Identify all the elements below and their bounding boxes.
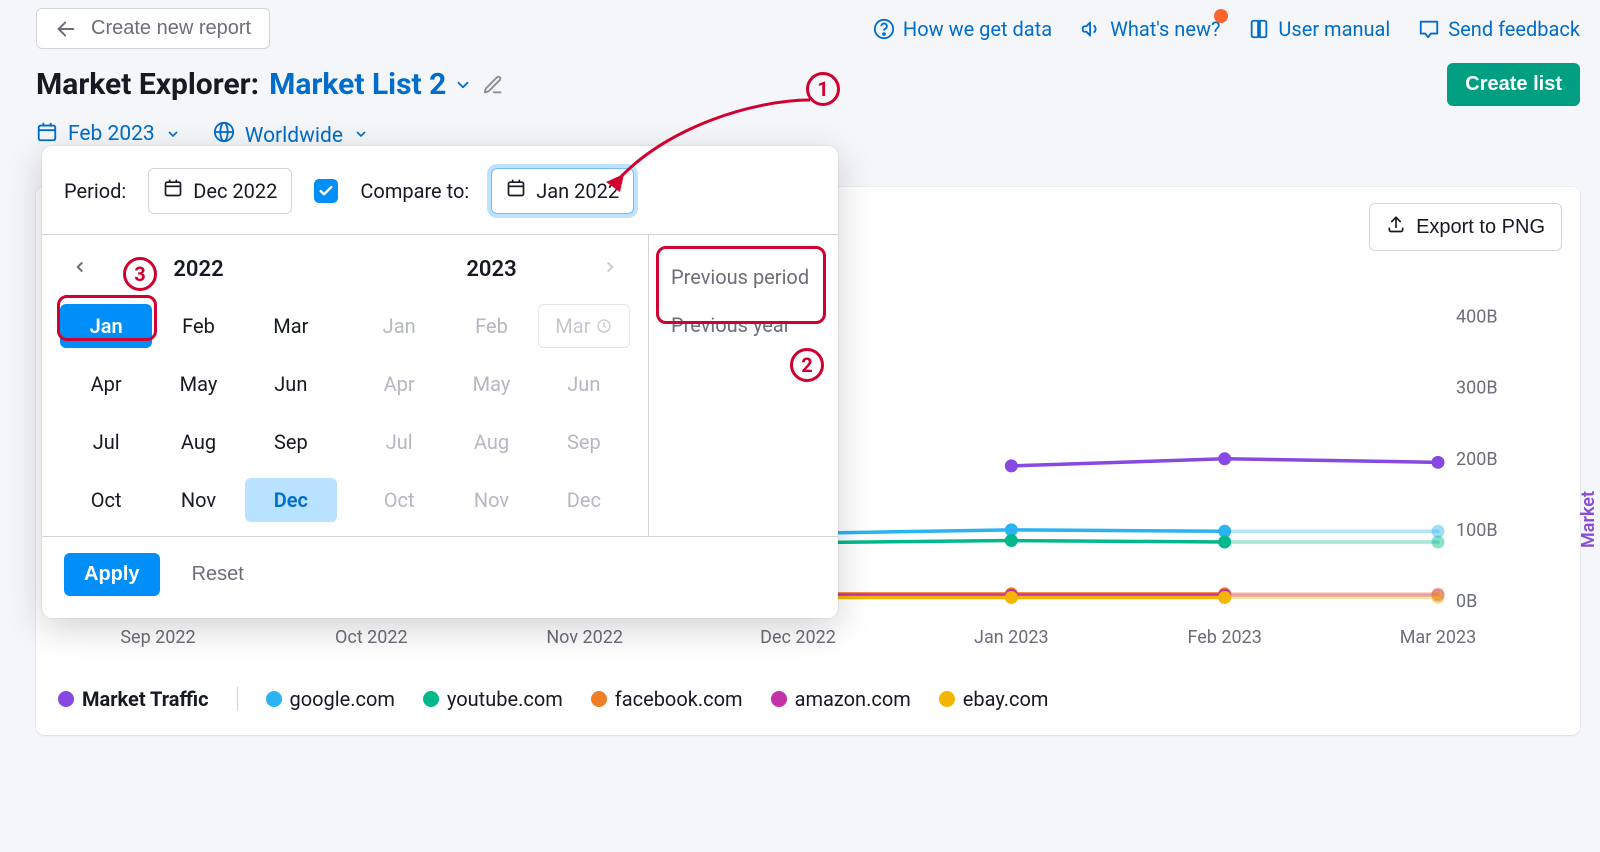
legend-swatch-icon bbox=[423, 691, 439, 707]
month-sep: Sep bbox=[538, 420, 630, 464]
svg-text:Feb 2023: Feb 2023 bbox=[1187, 627, 1261, 648]
create-report-button[interactable]: Create new report bbox=[36, 8, 270, 49]
svg-text:Dec 2022: Dec 2022 bbox=[760, 627, 836, 648]
edit-icon[interactable] bbox=[482, 74, 504, 96]
popover-header: Period: Dec 2022 Compare to: Jan 2022 bbox=[42, 146, 838, 235]
top-links: How we get data What's new? User manual … bbox=[873, 15, 1580, 43]
svg-text:0B: 0B bbox=[1456, 591, 1477, 612]
book-icon bbox=[1248, 18, 1270, 40]
svg-text:Nov 2022: Nov 2022 bbox=[546, 627, 623, 648]
month-oct: Oct bbox=[353, 478, 445, 522]
legend-swatch-icon bbox=[771, 691, 787, 707]
calendar-left: 2022 JanFebMar AprMayJun JulAugSep OctNovDe… bbox=[52, 255, 345, 522]
month-sep[interactable]: Sep bbox=[245, 420, 337, 464]
calendar-icon bbox=[506, 177, 526, 205]
legend-item[interactable]: google.com bbox=[266, 685, 395, 713]
svg-text:400B: 400B bbox=[1456, 307, 1498, 328]
legend-item[interactable]: youtube.com bbox=[423, 685, 563, 713]
month-jun: Jun bbox=[538, 362, 630, 406]
year-label-right: 2023 bbox=[387, 255, 596, 286]
calendar-right: 2023 JanFebMar AprMayJun JulAugSep OctNovD… bbox=[345, 255, 638, 522]
reset-button[interactable]: Reset bbox=[186, 562, 250, 587]
notification-dot-icon bbox=[1214, 9, 1228, 23]
apply-button[interactable]: Apply bbox=[64, 553, 160, 596]
date-picker-popover: Period: Dec 2022 Compare to: Jan 2022 20… bbox=[42, 146, 838, 618]
month-apr: Apr bbox=[353, 362, 445, 406]
arrow-left-icon bbox=[55, 18, 77, 40]
create-list-button[interactable]: Create list bbox=[1447, 63, 1580, 106]
svg-text:300B: 300B bbox=[1456, 378, 1498, 399]
month-may: May bbox=[445, 362, 537, 406]
month-may[interactable]: May bbox=[152, 362, 244, 406]
month-mar: Mar bbox=[538, 304, 630, 348]
legend-item[interactable]: amazon.com bbox=[771, 685, 911, 713]
month-dec: Dec bbox=[538, 478, 630, 522]
quick-previous-period[interactable]: Previous period bbox=[649, 253, 838, 301]
month-nov: Nov bbox=[445, 478, 537, 522]
megaphone-icon bbox=[1080, 18, 1102, 40]
svg-text:Mar 2023: Mar 2023 bbox=[1400, 627, 1477, 648]
month-jul[interactable]: Jul bbox=[60, 420, 152, 464]
list-name-dropdown[interactable]: Market List 2 bbox=[269, 64, 472, 106]
user-manual-link[interactable]: User manual bbox=[1248, 15, 1390, 43]
svg-text:Oct 2022: Oct 2022 bbox=[335, 627, 408, 648]
page-title: Market Explorer: Market List 2 bbox=[36, 64, 504, 106]
how-we-get-data-link[interactable]: How we get data bbox=[873, 15, 1052, 43]
legend-item[interactable]: ebay.com bbox=[939, 685, 1049, 713]
period-label: Period: bbox=[64, 177, 126, 205]
send-feedback-link[interactable]: Send feedback bbox=[1418, 15, 1580, 43]
month-oct[interactable]: Oct bbox=[60, 478, 152, 522]
svg-text:200B: 200B bbox=[1456, 449, 1498, 470]
calendar-wrap: 2022 JanFebMarAprMayJunJulAugSepOctNovDe… bbox=[42, 235, 648, 536]
top-bar: Create new report How we get data What's… bbox=[36, 8, 1580, 49]
whats-new-link[interactable]: What's new? bbox=[1080, 15, 1220, 43]
month-feb[interactable]: Feb bbox=[445, 304, 537, 348]
quick-select: Previous periodPrevious year bbox=[648, 235, 838, 536]
chart-legend: Market Traffic google.com youtube.com faceb… bbox=[36, 679, 1580, 735]
month-aug[interactable]: Aug bbox=[152, 420, 244, 464]
month-jun[interactable]: Jun bbox=[245, 362, 337, 406]
period-input[interactable]: Dec 2022 bbox=[148, 168, 292, 214]
chat-icon bbox=[1418, 18, 1440, 40]
compare-label: Compare to: bbox=[360, 177, 469, 205]
legend-item[interactable]: facebook.com bbox=[591, 685, 743, 713]
popover-body: 2022 JanFebMarAprMayJunJulAugSepOctNovDe… bbox=[42, 235, 838, 536]
month-feb[interactable]: Feb bbox=[152, 304, 244, 348]
legend-swatch-icon bbox=[58, 691, 74, 707]
legend-swatch-icon bbox=[591, 691, 607, 707]
legend-item[interactable]: Market Traffic bbox=[58, 685, 209, 713]
prev-year-button[interactable] bbox=[66, 255, 94, 286]
months-grid-left: JanFebMar AprMayJun JulAugSep OctNovDec bbox=[60, 304, 337, 522]
chevron-down-icon bbox=[454, 64, 472, 106]
next-year-button bbox=[596, 255, 624, 286]
month-dec[interactable]: Dec bbox=[245, 478, 337, 522]
upload-icon bbox=[1386, 214, 1406, 240]
legend-swatch-icon bbox=[939, 691, 955, 707]
months-grid-right: JanFebMar AprMayJun JulAugSep OctNovDec bbox=[353, 304, 630, 522]
svg-text:Sep 2022: Sep 2022 bbox=[120, 627, 195, 648]
quick-previous-year[interactable]: Previous year bbox=[649, 301, 838, 349]
calendar-icon bbox=[163, 177, 183, 205]
popover-footer: Apply Reset bbox=[42, 536, 838, 618]
y-axis-right-label: Market bbox=[1576, 491, 1600, 548]
month-jan[interactable]: Jan bbox=[353, 304, 445, 348]
svg-text:Jan 2023: Jan 2023 bbox=[974, 627, 1049, 648]
month-jul: Jul bbox=[353, 420, 445, 464]
svg-text:100B: 100B bbox=[1456, 520, 1498, 541]
legend-swatch-icon bbox=[266, 691, 282, 707]
title-bar: Market Explorer: Market List 2 Create li… bbox=[36, 63, 1580, 106]
create-report-label: Create new report bbox=[91, 17, 251, 40]
month-aug: Aug bbox=[445, 420, 537, 464]
help-circle-icon bbox=[873, 18, 895, 40]
month-jan[interactable]: Jan bbox=[60, 304, 152, 348]
compare-input[interactable]: Jan 2022 bbox=[491, 168, 634, 214]
export-png-button[interactable]: Export to PNG bbox=[1369, 203, 1562, 251]
month-nov[interactable]: Nov bbox=[152, 478, 244, 522]
month-apr[interactable]: Apr bbox=[60, 362, 152, 406]
compare-checkbox[interactable] bbox=[314, 179, 338, 203]
month-mar[interactable]: Mar bbox=[245, 304, 337, 348]
year-label-left: 2022 bbox=[94, 255, 303, 286]
